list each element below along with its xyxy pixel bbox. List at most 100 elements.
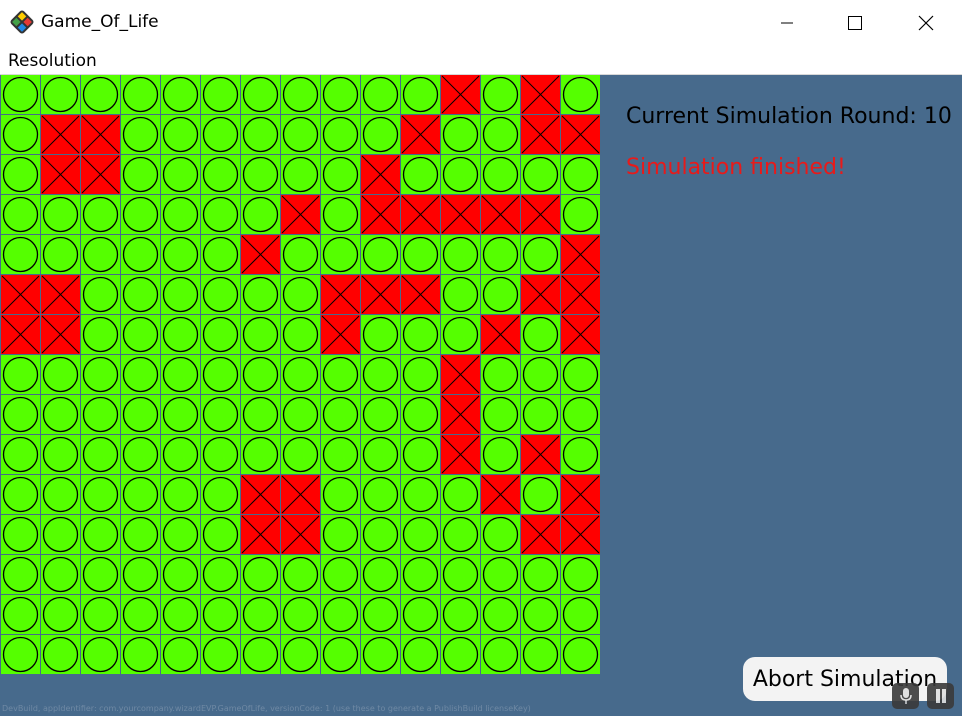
cell-dead[interactable]: [561, 275, 600, 314]
menu-resolution[interactable]: Resolution: [8, 51, 97, 71]
cell-alive[interactable]: [281, 395, 320, 434]
cell-alive[interactable]: [281, 235, 320, 274]
cell-alive[interactable]: [201, 115, 240, 154]
cell-alive[interactable]: [281, 635, 320, 674]
cell-alive[interactable]: [521, 635, 560, 674]
cell-dead[interactable]: [481, 195, 520, 234]
cell-alive[interactable]: [121, 515, 160, 554]
cell-dead[interactable]: [561, 315, 600, 354]
cell-alive[interactable]: [41, 395, 80, 434]
cell-alive[interactable]: [81, 275, 120, 314]
cell-alive[interactable]: [81, 315, 120, 354]
cell-alive[interactable]: [201, 595, 240, 634]
cell-dead[interactable]: [241, 475, 280, 514]
cell-alive[interactable]: [361, 75, 400, 114]
cell-alive[interactable]: [121, 195, 160, 234]
cell-alive[interactable]: [361, 235, 400, 274]
cell-alive[interactable]: [161, 115, 200, 154]
cell-alive[interactable]: [441, 275, 480, 314]
cell-dead[interactable]: [41, 315, 80, 354]
minimize-button[interactable]: [764, 0, 810, 46]
cell-alive[interactable]: [81, 515, 120, 554]
cell-dead[interactable]: [441, 75, 480, 114]
cell-alive[interactable]: [401, 315, 440, 354]
cell-alive[interactable]: [41, 515, 80, 554]
cell-dead[interactable]: [481, 315, 520, 354]
cell-alive[interactable]: [161, 475, 200, 514]
cell-alive[interactable]: [281, 275, 320, 314]
close-button[interactable]: [903, 0, 949, 46]
cell-alive[interactable]: [281, 555, 320, 594]
cell-dead[interactable]: [401, 115, 440, 154]
cell-alive[interactable]: [41, 595, 80, 634]
cell-alive[interactable]: [481, 355, 520, 394]
cell-alive[interactable]: [361, 355, 400, 394]
cell-dead[interactable]: [521, 195, 560, 234]
cell-alive[interactable]: [81, 475, 120, 514]
cell-alive[interactable]: [321, 195, 360, 234]
cell-alive[interactable]: [361, 115, 400, 154]
cell-alive[interactable]: [1, 235, 40, 274]
cell-alive[interactable]: [161, 195, 200, 234]
cell-dead[interactable]: [281, 195, 320, 234]
cell-alive[interactable]: [201, 155, 240, 194]
cell-alive[interactable]: [441, 555, 480, 594]
cell-alive[interactable]: [121, 75, 160, 114]
cell-dead[interactable]: [41, 115, 80, 154]
cell-alive[interactable]: [241, 435, 280, 474]
cell-alive[interactable]: [161, 395, 200, 434]
cell-alive[interactable]: [401, 355, 440, 394]
cell-alive[interactable]: [1, 515, 40, 554]
cell-alive[interactable]: [361, 595, 400, 634]
cell-alive[interactable]: [161, 355, 200, 394]
cell-alive[interactable]: [1, 115, 40, 154]
cell-alive[interactable]: [161, 595, 200, 634]
cell-alive[interactable]: [201, 195, 240, 234]
cell-alive[interactable]: [321, 355, 360, 394]
cell-alive[interactable]: [81, 595, 120, 634]
cell-alive[interactable]: [241, 315, 280, 354]
cell-alive[interactable]: [561, 555, 600, 594]
cell-alive[interactable]: [321, 435, 360, 474]
cell-alive[interactable]: [201, 635, 240, 674]
cell-dead[interactable]: [281, 515, 320, 554]
cell-alive[interactable]: [281, 595, 320, 634]
cell-alive[interactable]: [121, 315, 160, 354]
cell-alive[interactable]: [321, 235, 360, 274]
cell-alive[interactable]: [481, 275, 520, 314]
cell-alive[interactable]: [1, 195, 40, 234]
cell-alive[interactable]: [481, 115, 520, 154]
cell-alive[interactable]: [1, 395, 40, 434]
cell-alive[interactable]: [41, 635, 80, 674]
cell-alive[interactable]: [561, 635, 600, 674]
cell-alive[interactable]: [41, 475, 80, 514]
cell-alive[interactable]: [481, 235, 520, 274]
cell-alive[interactable]: [481, 555, 520, 594]
cell-dead[interactable]: [401, 275, 440, 314]
cell-alive[interactable]: [161, 75, 200, 114]
cell-alive[interactable]: [201, 475, 240, 514]
cell-dead[interactable]: [361, 195, 400, 234]
cell-alive[interactable]: [161, 235, 200, 274]
cell-alive[interactable]: [561, 355, 600, 394]
cell-alive[interactable]: [321, 115, 360, 154]
cell-dead[interactable]: [561, 475, 600, 514]
cell-alive[interactable]: [41, 195, 80, 234]
cell-alive[interactable]: [321, 75, 360, 114]
cell-dead[interactable]: [441, 355, 480, 394]
cell-alive[interactable]: [81, 235, 120, 274]
cell-alive[interactable]: [161, 515, 200, 554]
cell-alive[interactable]: [401, 155, 440, 194]
cell-alive[interactable]: [121, 555, 160, 594]
cell-alive[interactable]: [201, 75, 240, 114]
cell-alive[interactable]: [401, 555, 440, 594]
cell-alive[interactable]: [41, 235, 80, 274]
cell-dead[interactable]: [521, 75, 560, 114]
cell-alive[interactable]: [201, 555, 240, 594]
cell-alive[interactable]: [561, 195, 600, 234]
cell-alive[interactable]: [201, 435, 240, 474]
cell-dead[interactable]: [321, 315, 360, 354]
cell-alive[interactable]: [361, 515, 400, 554]
cell-alive[interactable]: [561, 75, 600, 114]
cell-alive[interactable]: [81, 555, 120, 594]
